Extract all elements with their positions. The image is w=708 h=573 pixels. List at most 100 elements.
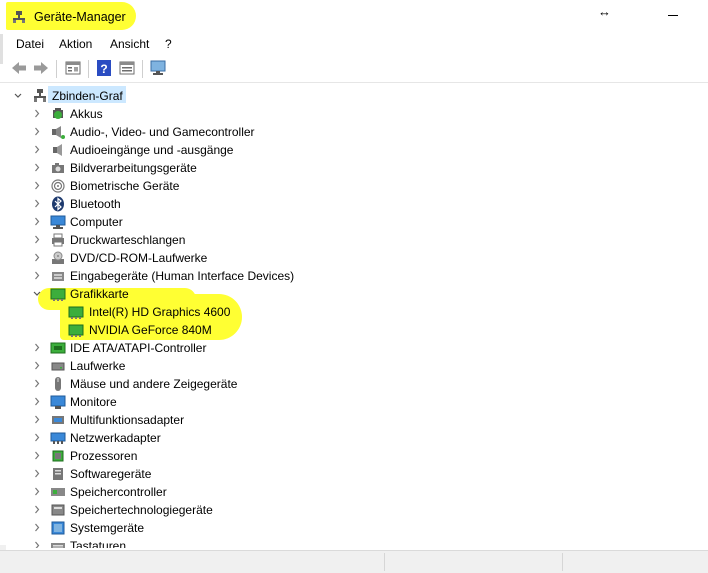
window-title: Geräte-Manager [34,10,126,24]
tree-item-label: Laufwerke [70,359,126,373]
multifunction-icon [52,416,64,424]
status-bar [0,550,708,573]
expand-chevron-icon[interactable] [31,429,43,447]
expand-chevron-icon[interactable] [31,393,43,411]
storage-controller-icon [51,488,65,496]
collapse-chevron-icon[interactable] [31,285,43,303]
expand-chevron-icon[interactable] [31,357,43,375]
tree-device[interactable]: NVIDIA GeForce 840M [0,321,708,339]
tree-item-label: Eingabegeräte (Human Interface Devices) [70,269,295,283]
tree-category[interactable]: Eingabegeräte (Human Interface Devices) [0,267,708,285]
device-manager-icon [13,11,25,23]
expand-chevron-icon[interactable] [31,411,43,429]
tree-category[interactable]: Mäuse und andere Zeigegeräte [0,375,708,393]
expand-chevron-icon[interactable] [31,465,43,483]
expand-chevron-icon[interactable] [31,447,43,465]
tree-item-label: Akkus [70,107,103,121]
speaker-icon [53,144,62,156]
toolbar-separator [56,60,57,78]
expand-chevron-icon[interactable] [31,177,43,195]
expand-chevron-icon[interactable] [31,537,43,548]
toolbar-separator [88,60,89,78]
tree-category[interactable]: Speichercontroller [0,483,708,501]
tree-item-label: Speichercontroller [70,485,167,499]
tree-category[interactable]: DVD/CD-ROM-Laufwerke [0,249,708,267]
expand-chevron-icon[interactable] [31,267,43,285]
svg-text:?: ? [100,62,107,76]
storage-tech-icon [51,504,65,516]
expand-chevron-icon[interactable] [31,519,43,537]
menu-aktion[interactable]: Aktion [59,37,92,51]
tree-category[interactable]: Audio-, Video- und Gamecontroller [0,123,708,141]
tree-category[interactable]: Systemgeräte [0,519,708,537]
tree-category[interactable]: Netzwerkadapter [0,429,708,447]
tree-item-label: Netzwerkadapter [70,431,161,445]
minimize-button[interactable] [660,6,688,26]
tree-category[interactable]: Computer [0,213,708,231]
expand-chevron-icon[interactable] [31,501,43,519]
status-segment [384,553,563,571]
hid-icon [52,272,64,281]
tree-category[interactable]: Druckwarteschlangen [0,231,708,249]
tree-category[interactable]: Softwaregeräte [0,465,708,483]
display-adapter-icon [50,288,66,301]
tree-device[interactable]: Intel(R) HD Graphics 4600 [0,303,708,321]
tree-category[interactable]: Multifunktionsadapter [0,411,708,429]
drive-icon [51,362,65,371]
dvd-drive-icon [52,251,64,264]
expand-chevron-icon[interactable] [31,483,43,501]
tree-category[interactable]: Laufwerke [0,357,708,375]
tree-root[interactable]: Zbinden-Graf [0,87,708,105]
tree-item-label: Grafikkarte [70,287,129,301]
tree-category[interactable]: Biometrische Geräte [0,177,708,195]
mouse-icon [55,377,61,391]
tree-item-label: Audioeingänge und -ausgänge [70,143,234,157]
tree-item-label: Monitore [70,395,117,409]
device-tree: Zbinden-Graf Akkus Audio-, Video- und Game… [0,86,708,548]
tree-category[interactable]: Akkus [0,105,708,123]
properties-icon[interactable] [64,59,82,77]
processor-icon [52,450,64,462]
tree-category[interactable]: Bluetooth [0,195,708,213]
tree-item-label: Systemgeräte [70,521,145,535]
tree-category[interactable]: Grafikkarte [0,285,708,303]
speaker-joystick-icon [52,126,65,139]
forward-icon[interactable] [32,59,50,77]
menu-datei[interactable]: Datei [16,37,44,51]
display-adapter-icon [68,324,84,337]
monitor-icon[interactable] [149,59,167,77]
tree-category[interactable]: Audioeingänge und -ausgänge [0,141,708,159]
menu-help[interactable]: ? [165,37,172,51]
toolbar-separator [142,60,143,78]
expand-chevron-icon[interactable] [31,375,43,393]
computer-icon [50,215,66,229]
expand-chevron-icon[interactable] [31,105,43,123]
menu-ansicht[interactable]: Ansicht [110,37,149,51]
expand-chevron-icon[interactable] [31,231,43,249]
tree-category[interactable]: Speichertechnologiegeräte [0,501,708,519]
tree-category[interactable]: IDE ATA/ATAPI-Controller [0,339,708,357]
expand-chevron-icon[interactable] [31,213,43,231]
back-icon[interactable] [10,59,28,77]
expand-chevron-icon[interactable] [31,159,43,177]
expand-chevron-icon[interactable] [31,141,43,159]
tree-category[interactable]: Bildverarbeitungsgeräte [0,159,708,177]
expand-chevron-icon[interactable] [31,339,43,357]
expand-chevron-icon[interactable] [31,249,43,267]
tree-category[interactable]: Tastaturen [0,537,708,548]
expand-chevron-icon[interactable] [31,123,43,141]
tree-item-label: Intel(R) HD Graphics 4600 [89,305,231,319]
tree-item-label: Mäuse und andere Zeigegeräte [70,377,238,391]
system-device-icon [51,521,65,535]
view-icon[interactable] [118,59,136,77]
tree-item-label: Druckwarteschlangen [70,233,186,247]
help-icon[interactable]: ? [95,59,113,77]
tree-item-label: Biometrische Geräte [70,179,180,193]
collapse-chevron-icon[interactable] [12,87,24,105]
status-segment [562,553,708,571]
expand-chevron-icon[interactable] [31,195,43,213]
tree-category[interactable]: Monitore [0,393,708,411]
menu-bar: Datei Aktion Ansicht ? [0,34,708,54]
tree-category[interactable]: Prozessoren [0,447,708,465]
display-adapter-icon [68,306,84,319]
